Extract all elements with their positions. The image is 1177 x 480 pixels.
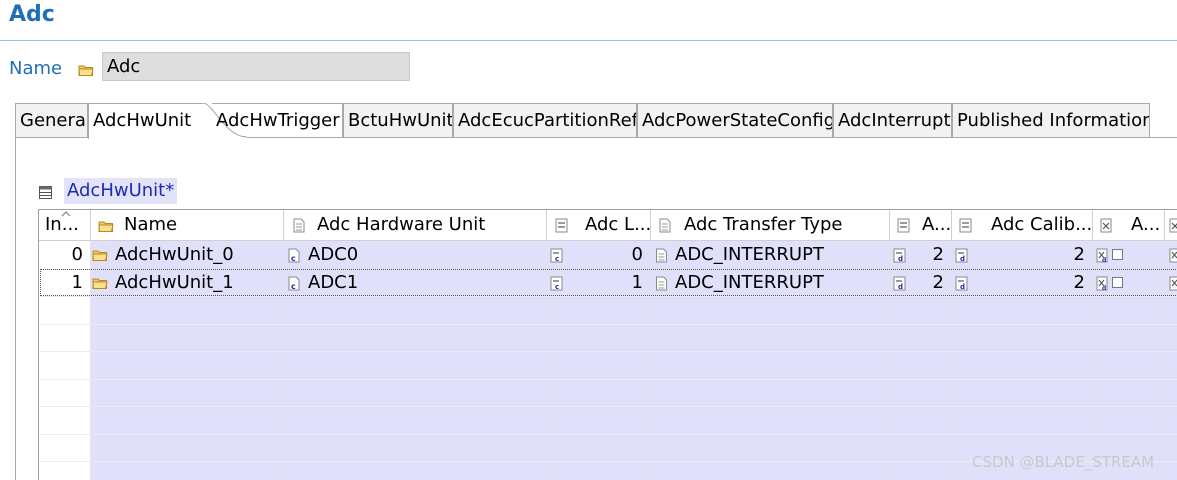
column-header-a1[interactable]: A... — [890, 210, 952, 241]
folder-icon — [98, 221, 114, 232]
column-header-adc-l-label: Adc L... — [585, 214, 651, 235]
checkbox[interactable] — [1112, 277, 1123, 288]
tab-bar: General AdcHwUnit AdcHwTrigger BctuHwUni… — [15, 103, 1177, 139]
checkbox[interactable] — [1112, 249, 1123, 260]
row-divider — [39, 379, 1177, 380]
column-header-transfer-type-label: Adc Transfer Type — [684, 214, 843, 235]
cell-a1: 2 — [932, 244, 944, 265]
column-header-a2-label: A... — [1131, 214, 1161, 235]
integer-value-icon: d — [893, 276, 906, 291]
cell-adc-l: 0 — [631, 244, 643, 265]
column-header-hw-unit[interactable]: Adc Hardware Unit — [284, 210, 547, 241]
cell-transfer-type: ADC_INTERRUPT — [675, 244, 824, 265]
column-header-a3[interactable] — [1165, 210, 1177, 241]
column-header-calib[interactable]: Adc Calib... — [952, 210, 1093, 241]
boolean-value-icon: d — [1096, 248, 1108, 263]
boolean-value-icon — [1169, 276, 1177, 291]
reference-icon: c — [288, 276, 300, 291]
tab-underline-right — [247, 137, 1177, 138]
cell-index: 0 — [71, 244, 83, 265]
integer-value-icon: d — [893, 248, 906, 263]
svg-text:d: d — [898, 255, 903, 263]
boolean-value-icon: d — [1096, 276, 1108, 291]
cell-a1: 2 — [932, 272, 944, 293]
section-title: AdcHwUnit* — [64, 178, 178, 204]
boolean-param-icon — [1169, 218, 1177, 233]
integer-value-icon: d — [955, 248, 968, 263]
column-header-adc-l[interactable]: Adc L... — [547, 210, 651, 241]
document-icon — [293, 218, 305, 233]
svg-text:d: d — [1102, 285, 1106, 291]
table-row[interactable]: 1 AdcHwUnit_1 c ADC1 c 1 ADC_INTERRUPT d… — [39, 269, 1177, 297]
folder-icon — [92, 250, 108, 261]
cell-adc-l: 1 — [631, 272, 643, 293]
cell-name: AdcHwUnit_1 — [115, 272, 234, 293]
svg-text:d: d — [1102, 257, 1106, 263]
table-row[interactable]: 0 AdcHwUnit_0 c ADC0 c 0 ADC_INTERRUPT d… — [39, 241, 1177, 269]
integer-value-icon: d — [955, 276, 968, 291]
tab-adcinterrupt[interactable]: AdcInterrupt — [833, 103, 952, 137]
row-divider — [39, 351, 1177, 352]
tab-adcpowerstateconfig[interactable]: AdcPowerStateConfig — [637, 103, 833, 137]
column-header-hw-unit-label: Adc Hardware Unit — [317, 214, 486, 235]
svg-text:d: d — [960, 255, 965, 263]
svg-text:c: c — [291, 254, 296, 263]
column-header-a2[interactable]: A... — [1093, 210, 1165, 241]
folder-icon — [92, 278, 108, 289]
integer-param-icon — [897, 218, 910, 233]
cell-index: 1 — [71, 272, 83, 293]
cell-hw-unit: ADC0 — [308, 244, 359, 265]
column-header-index[interactable]: In... — [39, 210, 91, 241]
watermark: CSDN @BLADE_STREAM — [972, 453, 1155, 471]
column-header-name[interactable]: Name — [91, 210, 284, 241]
reference-icon: c — [288, 248, 300, 263]
cell-calib: 2 — [1073, 244, 1085, 265]
svg-text:c: c — [555, 283, 559, 291]
tab-bctuhwunit[interactable]: BctuHwUnit — [343, 103, 453, 137]
page-title: Adc — [9, 2, 55, 27]
boolean-value-icon — [1169, 248, 1177, 263]
integer-param-icon — [555, 218, 568, 233]
cell-name: AdcHwUnit_0 — [115, 244, 234, 265]
name-label: Name — [9, 58, 63, 79]
row-divider — [39, 324, 1177, 325]
integer-param-icon — [959, 218, 972, 233]
tab-adchwtrigger[interactable]: AdcHwTrigger — [212, 103, 343, 137]
column-header-calib-label: Adc Calib... — [991, 214, 1093, 235]
cell-transfer-type: ADC_INTERRUPT — [675, 272, 824, 293]
adchwunit-table: In... Name Adc Hardware Unit Adc L... Ad… — [38, 209, 1177, 480]
document-icon — [656, 276, 667, 291]
row-divider — [39, 406, 1177, 407]
svg-text:c: c — [555, 255, 559, 263]
integer-value-icon: c — [550, 276, 563, 291]
document-icon — [659, 218, 671, 233]
column-header-index-label: In... — [45, 214, 79, 235]
content-border — [15, 138, 16, 480]
tab-adcecucpartitionref[interactable]: AdcEcucPartitionRef — [453, 103, 637, 137]
tab-adchwunit[interactable]: AdcHwUnit — [88, 103, 204, 139]
cell-calib: 2 — [1073, 272, 1085, 293]
column-header-transfer-type[interactable]: Adc Transfer Type — [651, 210, 890, 241]
title-divider — [0, 40, 1177, 41]
tab-published-information[interactable]: Published Information — [952, 103, 1150, 137]
folder-icon — [78, 65, 94, 76]
cell-hw-unit: ADC1 — [308, 272, 359, 293]
table-icon — [39, 186, 52, 199]
row-divider — [39, 434, 1177, 435]
column-header-name-label: Name — [124, 214, 178, 235]
tab-general[interactable]: General — [15, 103, 88, 137]
name-field[interactable]: Adc — [102, 52, 410, 81]
column-header-a1-label: A... — [922, 214, 952, 235]
sort-ascending-icon — [61, 211, 71, 217]
integer-value-icon: c — [550, 248, 563, 263]
tab-underline-left — [15, 137, 89, 138]
document-icon — [656, 248, 667, 263]
svg-text:c: c — [291, 282, 296, 291]
svg-text:d: d — [960, 283, 965, 291]
svg-text:d: d — [898, 283, 903, 291]
boolean-param-icon — [1100, 218, 1112, 233]
